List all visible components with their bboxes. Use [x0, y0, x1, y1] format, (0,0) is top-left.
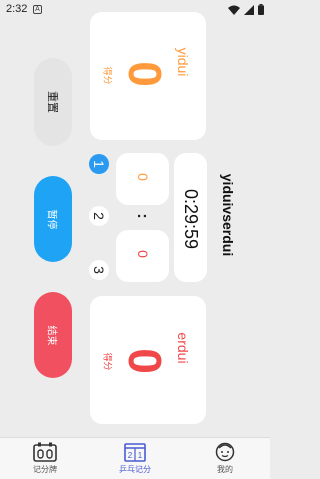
- battery-icon: [258, 4, 264, 15]
- tab-table-tennis-scores-label: 乒乓记分: [119, 465, 151, 474]
- pause-button[interactable]: 暂停: [34, 176, 72, 262]
- pause-label: 暂停: [45, 209, 57, 229]
- team2-name: erdui: [175, 332, 191, 364]
- team1-games-value: 0: [135, 173, 151, 181]
- team1-games-card: 0: [116, 153, 169, 205]
- team2-score-label: 得分: [102, 352, 113, 371]
- team2-score-card[interactable]: erdui 0 得分: [90, 296, 206, 424]
- match-timer: 0:29:59: [181, 188, 201, 250]
- reset-button[interactable]: 重置: [34, 58, 72, 146]
- team1-name: yidui: [175, 47, 191, 77]
- status-time: 2:32: [6, 3, 28, 15]
- team1-score: 0: [119, 61, 171, 87]
- timer-card: 0:29:59: [174, 153, 207, 282]
- svg-text:2: 2: [128, 451, 133, 460]
- game-1-indicator[interactable]: 1: [89, 154, 109, 174]
- tab-scoreboard[interactable]: 记分牌: [0, 438, 90, 479]
- scoreboard-icon: [33, 442, 57, 462]
- reset-label: 重置: [46, 91, 58, 113]
- profile-icon: [215, 442, 235, 462]
- table-tennis-scores-icon: 2 1: [124, 443, 146, 462]
- signal-icon: [244, 4, 254, 15]
- end-button[interactable]: 结束: [34, 292, 72, 378]
- tab-scoreboard-label: 记分牌: [33, 465, 57, 474]
- game-3-indicator[interactable]: 3: [89, 260, 109, 280]
- notification-a-icon: A: [33, 5, 42, 14]
- game-2-number: 2: [90, 212, 107, 220]
- game-2-indicator[interactable]: 2: [89, 206, 109, 226]
- tab-profile[interactable]: 我的: [180, 438, 270, 479]
- team2-games-card: 0: [116, 230, 169, 282]
- team2-games-value: 0: [135, 250, 151, 258]
- status-icons: [228, 4, 264, 15]
- team1-score-label: 得分: [102, 66, 113, 85]
- end-label: 结束: [45, 325, 57, 345]
- svg-text:1: 1: [138, 451, 143, 460]
- games-separator: :: [134, 213, 151, 219]
- match-title: yiduivserdui: [220, 173, 236, 257]
- game-3-number: 3: [90, 266, 107, 274]
- tab-table-tennis-scores[interactable]: 2 1 乒乓记分: [90, 438, 180, 479]
- bottom-tab-bar: 记分牌 2 1 乒乓记分 我的: [0, 437, 270, 479]
- game-1-number: 1: [90, 160, 107, 168]
- team1-score-card[interactable]: yidui 0 得分: [90, 12, 206, 140]
- tab-profile-label: 我的: [217, 465, 233, 474]
- team2-score: 0: [119, 348, 171, 374]
- wifi-icon: [228, 5, 240, 15]
